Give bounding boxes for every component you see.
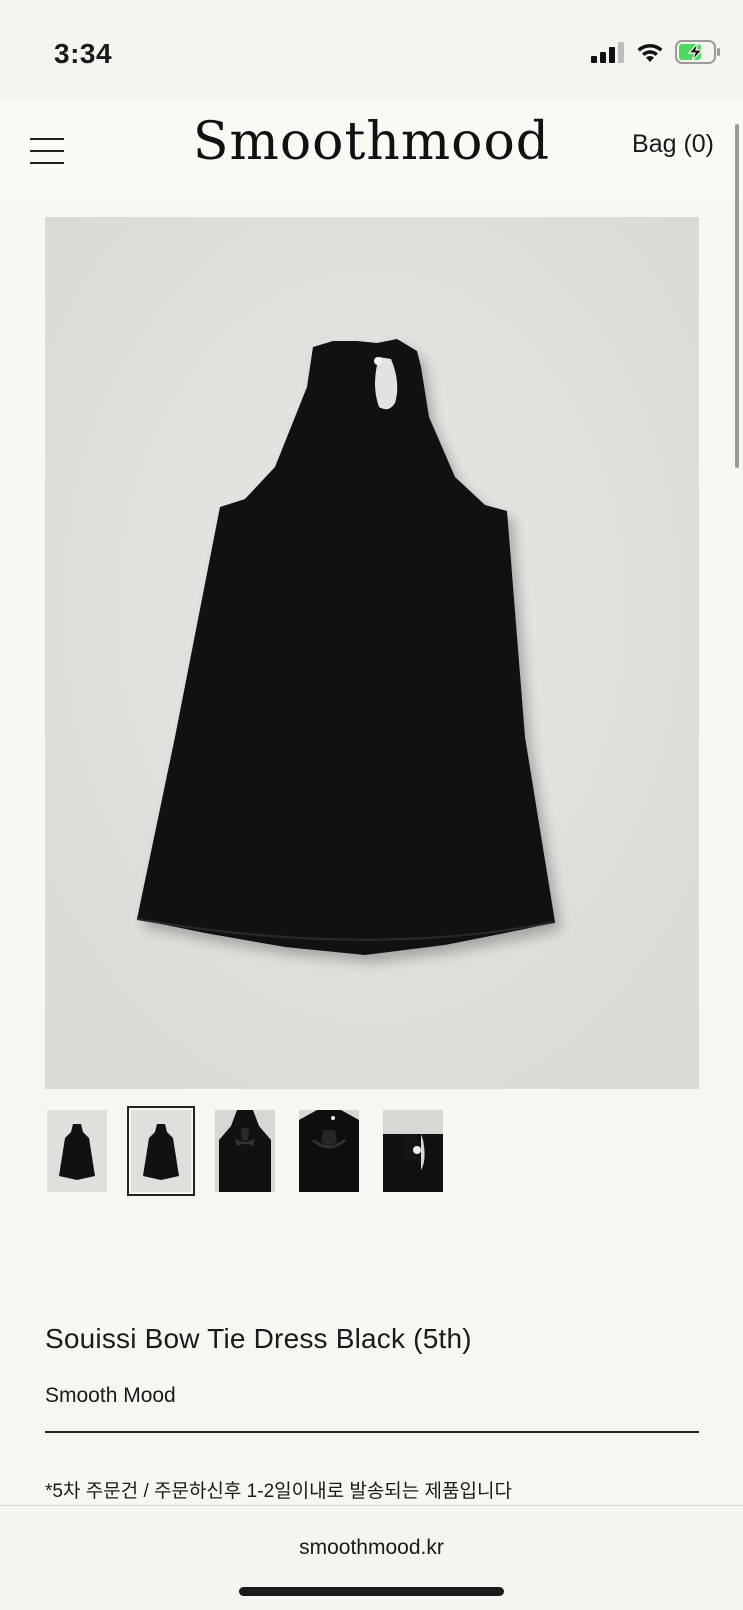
product-main-image[interactable] (45, 217, 699, 1089)
home-indicator[interactable] (239, 1587, 504, 1596)
site-header: Smoothmood Bag (0) (0, 98, 743, 198)
thumbnail-bow-detail[interactable] (299, 1110, 359, 1192)
status-bar: 3:34 (0, 0, 743, 98)
status-icons (591, 40, 721, 64)
thumbnail-button-detail[interactable] (383, 1110, 443, 1192)
url-text[interactable]: smoothmood.kr (0, 1536, 743, 1560)
thumbnail-front-view-alt[interactable] (127, 1106, 195, 1196)
thumbnail-back-tie-view[interactable] (215, 1110, 275, 1192)
battery-charging-icon (675, 40, 720, 64)
product-brand[interactable]: Smooth Mood (45, 1384, 176, 1408)
thumbnail-front-view[interactable] (47, 1110, 107, 1192)
status-time: 3:34 (54, 38, 113, 69)
browser-url-bar[interactable]: smoothmood.kr (0, 1505, 743, 1610)
scroll-indicator (735, 124, 739, 468)
product-title: Souissi Bow Tie Dress Black (5th) (45, 1323, 472, 1354)
bag-link[interactable]: Bag (0) (632, 130, 714, 159)
order-note: *5차 주문건 / 주문하신후 1-2일이내로 발송되는 제품입니다 (45, 1481, 512, 1502)
wifi-icon (637, 43, 663, 62)
divider (45, 1431, 699, 1433)
cellular-signal-icon (591, 42, 624, 63)
